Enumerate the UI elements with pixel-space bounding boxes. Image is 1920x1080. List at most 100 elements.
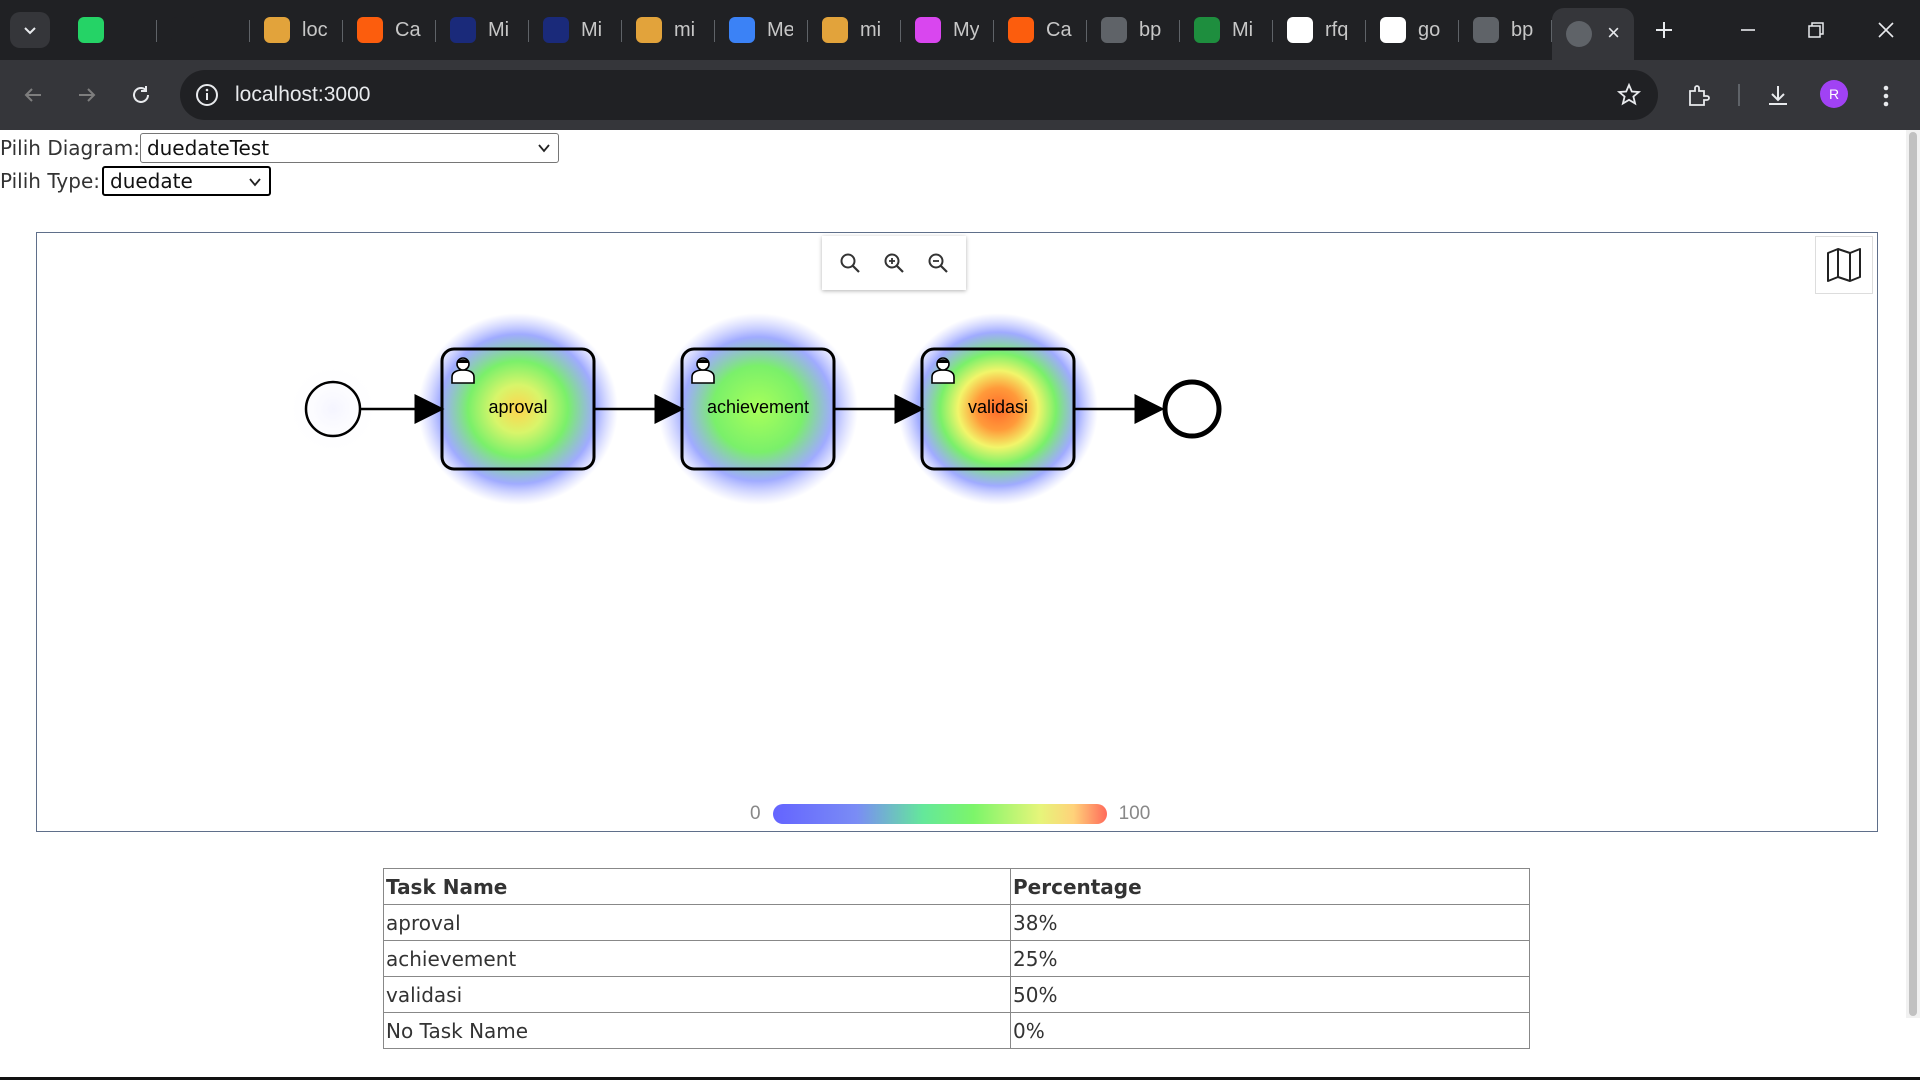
github-icon bbox=[1287, 17, 1313, 43]
close-tab-icon[interactable]: × bbox=[1607, 20, 1620, 46]
m-logo-icon bbox=[915, 17, 941, 43]
address-bar[interactable]: localhost:3000 bbox=[180, 70, 1658, 120]
cell-task-name: validasi bbox=[383, 976, 1011, 1013]
browser-tab[interactable]: My bbox=[901, 8, 994, 52]
browser-tab[interactable]: Mi bbox=[1180, 8, 1273, 52]
site-info-icon[interactable] bbox=[194, 82, 220, 108]
browser-tab[interactable]: mi bbox=[808, 8, 901, 52]
page-scrollbar-thumb[interactable] bbox=[1909, 132, 1917, 1016]
diagram-select[interactable]: duedateTest bbox=[139, 133, 559, 163]
cell-percentage: 25% bbox=[1010, 940, 1530, 977]
globe-icon bbox=[1473, 17, 1499, 43]
globe-icon bbox=[1101, 17, 1127, 43]
browser-tab[interactable]: bp bbox=[1459, 8, 1552, 52]
minimize-icon bbox=[1741, 29, 1755, 31]
browser-tab[interactable]: go bbox=[1366, 8, 1459, 52]
browser-menu-button[interactable] bbox=[1870, 80, 1902, 112]
extensions-button[interactable] bbox=[1683, 80, 1715, 112]
close-window-button[interactable] bbox=[1866, 12, 1906, 48]
header-task-name: Task Name bbox=[383, 868, 1011, 905]
downloads-button[interactable] bbox=[1762, 80, 1794, 112]
browser-tab[interactable] bbox=[64, 8, 157, 52]
browser-tab[interactable]: mi bbox=[622, 8, 715, 52]
tab-search-button[interactable] bbox=[10, 12, 50, 48]
legend-max: 100 bbox=[1118, 803, 1151, 824]
new-tab-button[interactable] bbox=[1642, 8, 1686, 52]
reload-icon bbox=[133, 86, 149, 103]
tab-list: loc Ca Mi Mi mi Me mi My Ca bp Mi rfq go bp × bbox=[64, 8, 1686, 60]
browser-tab[interactable]: bp bbox=[1087, 8, 1180, 52]
tab-title: loc bbox=[302, 18, 328, 41]
diagram-select-value: duedateTest bbox=[146, 136, 270, 160]
browser-tab[interactable]: rfq bbox=[1273, 8, 1366, 52]
legend-min: 0 bbox=[750, 803, 761, 824]
more-vert-icon bbox=[1883, 85, 1889, 107]
reload-button[interactable] bbox=[124, 78, 158, 112]
chevron-down-icon bbox=[24, 27, 36, 35]
arrow-left-icon bbox=[24, 88, 41, 102]
tab-title: Mi bbox=[1232, 18, 1254, 41]
tab-title: mi bbox=[860, 18, 882, 41]
browser-tab[interactable]: loc bbox=[250, 8, 343, 52]
task-label-aproval: aproval bbox=[488, 397, 548, 417]
download-icon bbox=[1769, 86, 1787, 105]
browser-tab-active[interactable]: × bbox=[1552, 8, 1634, 60]
cell-task-name: No Task Name bbox=[383, 1012, 1011, 1049]
chevron-down-icon bbox=[249, 178, 261, 187]
bpmn-canvas[interactable]: aproval achievement validasi 0 100 bbox=[36, 232, 1878, 832]
close-icon bbox=[1878, 22, 1894, 38]
tab-title: Mi bbox=[488, 18, 510, 41]
end-event[interactable] bbox=[1162, 379, 1222, 439]
tab-title: go bbox=[1418, 18, 1441, 41]
tab-title: bp bbox=[1511, 18, 1534, 41]
heatmap-legend: 0 100 bbox=[750, 803, 1150, 825]
forward-button[interactable] bbox=[70, 78, 104, 112]
minimize-button[interactable] bbox=[1728, 12, 1768, 48]
task-percentage-table: Task Name Percentage aproval 38% achieve… bbox=[383, 868, 1530, 1049]
back-button[interactable] bbox=[16, 78, 50, 112]
browser-tab[interactable]: Ca bbox=[994, 8, 1087, 52]
restore-button[interactable] bbox=[1796, 12, 1836, 48]
type-label: Pilih Type: bbox=[0, 169, 100, 193]
mirror-icon bbox=[450, 17, 476, 43]
browser-tab[interactable] bbox=[157, 8, 250, 52]
browser-tab-strip: loc Ca Mi Mi mi Me mi My Ca bp Mi rfq go bp × bbox=[0, 0, 1920, 60]
chevron-down-icon bbox=[538, 144, 550, 153]
browser-tab[interactable]: Mi bbox=[529, 8, 622, 52]
table-header-row: Task Name Percentage bbox=[383, 868, 1530, 905]
type-field: Pilih Type: duedate bbox=[0, 166, 271, 196]
tab-title: rfq bbox=[1325, 18, 1349, 41]
restore-icon bbox=[1808, 22, 1824, 38]
cell-task-name: achievement bbox=[383, 940, 1011, 977]
diagram-label: Pilih Diagram: bbox=[0, 136, 140, 160]
task-label-validasi: validasi bbox=[967, 397, 1029, 417]
header-percentage: Percentage bbox=[1010, 868, 1530, 905]
tab-title: My bbox=[953, 18, 979, 41]
tab-title: Me bbox=[767, 18, 793, 41]
type-select[interactable]: duedate bbox=[102, 166, 271, 196]
gitlab-like-icon bbox=[636, 17, 662, 43]
puzzle-icon bbox=[1689, 85, 1710, 106]
tab-title: Ca bbox=[395, 18, 421, 41]
legend-gradient-bar bbox=[772, 804, 1107, 824]
table-row: No Task Name 0% bbox=[383, 1012, 1530, 1049]
chatgpt-icon bbox=[171, 17, 197, 43]
google-icon bbox=[1380, 17, 1406, 43]
whatsapp-icon bbox=[78, 17, 104, 43]
table-row: achievement 25% bbox=[383, 940, 1530, 977]
url-text[interactable]: localhost:3000 bbox=[235, 83, 370, 107]
toolbar-separator bbox=[1738, 84, 1740, 106]
bpmn-diagram bbox=[285, 313, 1222, 505]
tab-title: mi bbox=[674, 18, 696, 41]
browser-tab[interactable]: Mi bbox=[436, 8, 529, 52]
bookmark-star-icon[interactable] bbox=[1616, 82, 1642, 108]
browser-toolbar: localhost:3000 bbox=[0, 60, 1920, 130]
table-row: validasi 50% bbox=[383, 976, 1530, 1013]
plus-sheet-icon bbox=[1194, 17, 1220, 43]
tab-title: bp bbox=[1139, 18, 1162, 41]
browser-tab[interactable]: Ca bbox=[343, 8, 436, 52]
diagram-field: Pilih Diagram: duedateTest bbox=[0, 133, 559, 163]
browser-tab[interactable]: Me bbox=[715, 8, 808, 52]
profile-avatar[interactable]: R bbox=[1820, 80, 1848, 108]
arrow-right-icon bbox=[79, 88, 96, 102]
